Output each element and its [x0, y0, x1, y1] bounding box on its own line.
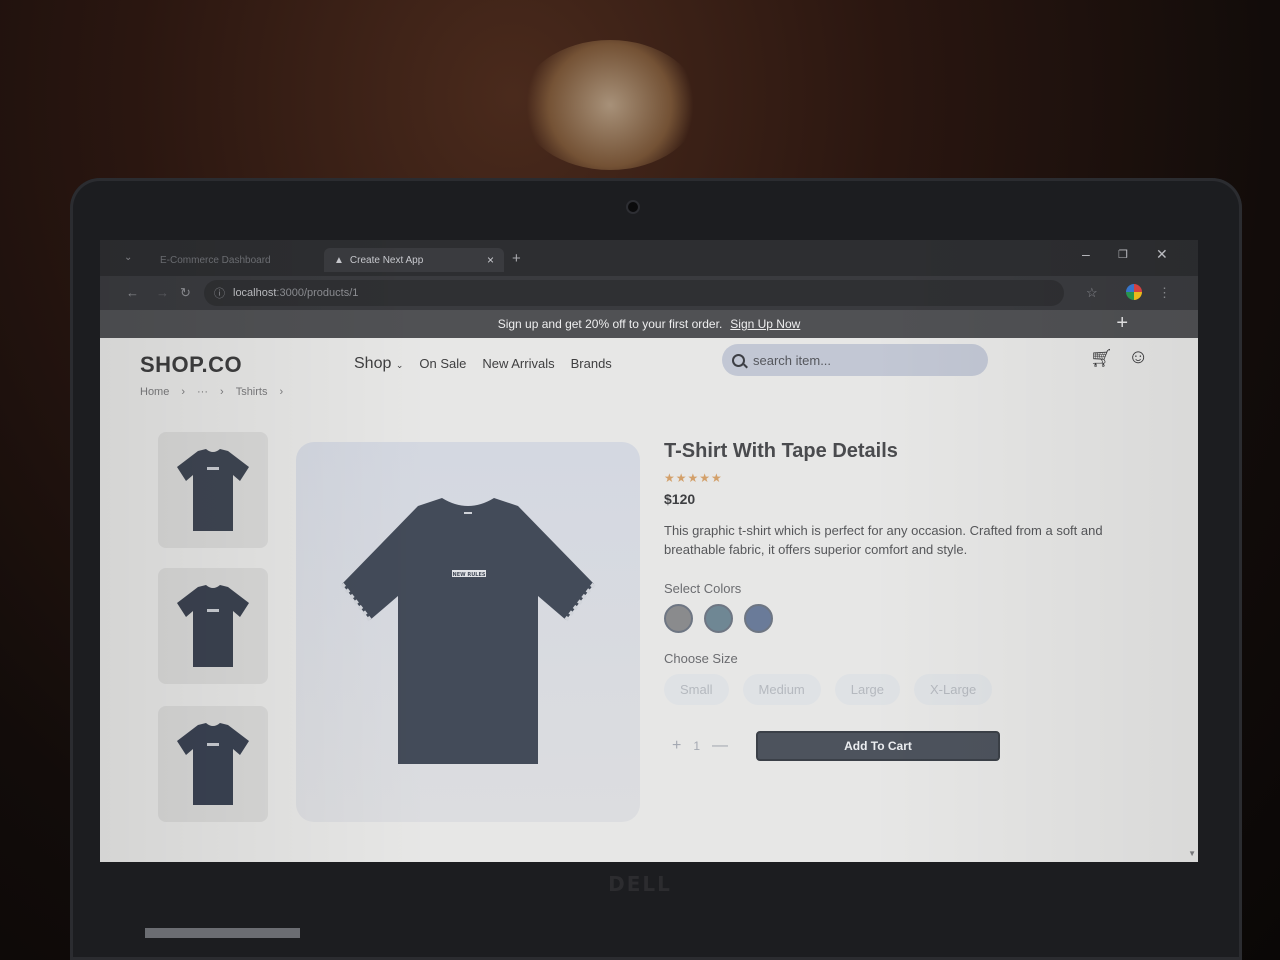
promo-banner: Sign up and get 20% off to your first or…	[100, 310, 1198, 338]
restore-icon[interactable]: ❐	[1118, 248, 1128, 261]
cart-icon[interactable]: 🛒︎	[1090, 348, 1113, 369]
size-small[interactable]: Small	[664, 674, 729, 705]
nav-shop-label: Shop	[354, 355, 392, 372]
browser-menu-icon[interactable]: ⋮	[1158, 285, 1171, 301]
size-options: Small Medium Large X-Large	[664, 674, 1164, 705]
product-thumbnail-3[interactable]	[158, 706, 268, 822]
url-input[interactable]: ⓘ localhost:3000/products/1	[204, 280, 1064, 306]
shirt-print-text: NEW RULES	[453, 572, 486, 578]
color-swatch-teal[interactable]	[704, 604, 733, 633]
size-large[interactable]: Large	[834, 674, 901, 705]
tshirt-image	[177, 723, 249, 805]
product-thumbnail-2[interactable]	[158, 568, 268, 684]
forward-icon[interactable]: →	[156, 285, 169, 300]
breadcrumb-separator-icon: ›	[181, 386, 186, 398]
minus-icon[interactable]: —	[712, 737, 728, 755]
cart-row: + 1 — Add To Cart	[664, 731, 1164, 761]
breadcrumb-ellipsis[interactable]: ···	[197, 386, 208, 398]
site-header: SHOP.CO Shop ⌄ On Sale New Arrivals Bran…	[100, 338, 1198, 390]
choose-size-label: Choose Size	[664, 651, 738, 666]
breadcrumb: Home › ··· › Tshirts ›	[140, 386, 283, 398]
tab-ecommerce[interactable]: E-Commerce Dashboard	[150, 248, 310, 272]
size-medium[interactable]: Medium	[742, 674, 821, 705]
quantity-value: 1	[693, 739, 701, 753]
main-nav: Shop ⌄ On Sale New Arrivals Brands	[354, 355, 612, 373]
product-price: $120	[664, 491, 696, 507]
select-colors-label: Select Colors	[664, 581, 742, 596]
color-options	[664, 604, 1164, 633]
chevron-down-icon: ⌄	[395, 360, 404, 370]
nav-new-arrivals[interactable]: New Arrivals	[482, 356, 554, 371]
url-host: localhost	[233, 287, 277, 299]
promo-text: Sign up and get 20% off to your first or…	[497, 317, 723, 331]
plus-icon[interactable]: +	[672, 737, 681, 755]
site-info-icon[interactable]: ⓘ	[214, 285, 225, 301]
breadcrumb-separator-icon: ›	[220, 386, 224, 398]
promo-close-icon[interactable]: +	[1116, 312, 1128, 335]
tshirt-image	[177, 585, 249, 667]
tshirt-image	[177, 449, 249, 531]
rating-stars-icon: ★★★★★	[664, 471, 723, 485]
product-main-image: NEW RULES	[296, 442, 640, 822]
nav-on-sale[interactable]: On Sale	[419, 356, 466, 371]
tab-strip: ⌄ E-Commerce Dashboard ▲ Create Next App…	[100, 240, 1198, 276]
site-logo[interactable]: SHOP.CO	[140, 352, 242, 378]
url-path: :3000/products/1	[276, 287, 359, 299]
address-bar: ← → ↻ ⓘ localhost:3000/products/1 ☆ ⋮	[100, 276, 1198, 310]
search-input[interactable]: search item...	[722, 344, 988, 376]
laptop-logo: DELL	[608, 872, 672, 896]
scroll-down-icon[interactable]: ▼	[1188, 849, 1196, 858]
profile-avatar[interactable]	[1126, 284, 1142, 300]
bezel-strip	[145, 928, 300, 938]
reload-icon[interactable]: ↻	[180, 285, 191, 301]
breadcrumb-separator-icon: ›	[279, 386, 284, 398]
bookmark-star-icon[interactable]: ☆	[1086, 285, 1098, 301]
close-window-icon[interactable]: ✕	[1156, 246, 1168, 263]
product-description: This graphic t-shirt which is perfect fo…	[664, 523, 1103, 557]
tshirt-image: NEW RULES	[340, 498, 596, 764]
tab-favicon-icon: ▲	[334, 254, 344, 266]
product-details: T-Shirt With Tape Details ★★★★★ $120 Thi…	[664, 440, 1164, 761]
nav-shop[interactable]: Shop ⌄	[354, 355, 403, 373]
signup-link[interactable]: Sign Up Now	[730, 317, 800, 331]
add-to-cart-button[interactable]: Add To Cart	[756, 731, 1000, 761]
color-swatch-gray[interactable]	[664, 604, 693, 633]
tab-label: Create Next App	[349, 254, 424, 266]
search-icon	[732, 353, 745, 367]
user-icon[interactable]: ☺	[1128, 346, 1148, 369]
background-blob	[520, 40, 700, 170]
browser-window: ⌄ E-Commerce Dashboard ▲ Create Next App…	[100, 240, 1198, 862]
breadcrumb-home[interactable]: Home	[140, 386, 169, 398]
breadcrumb-tshirts[interactable]: Tshirts	[236, 386, 268, 398]
size-x-large[interactable]: X-Large	[914, 674, 993, 705]
tab-label: E-Commerce Dashboard	[160, 254, 271, 266]
quantity-stepper: + 1 —	[664, 731, 736, 761]
product-thumbnail-1[interactable]	[158, 432, 268, 548]
new-tab-icon[interactable]: +	[512, 250, 521, 267]
tab-create-next-app[interactable]: ▲ Create Next App ×	[324, 248, 504, 272]
tab-close-icon[interactable]: ×	[487, 253, 494, 267]
color-swatch-blue[interactable]	[744, 604, 773, 633]
webcam	[626, 200, 640, 214]
product-title: T-Shirt With Tape Details	[664, 440, 898, 462]
minimize-icon[interactable]: –	[1082, 246, 1090, 262]
back-icon[interactable]: ←	[126, 285, 139, 300]
search-placeholder: search item...	[753, 352, 832, 368]
tab-search-icon[interactable]: ⌄	[124, 252, 132, 263]
nav-brands[interactable]: Brands	[571, 356, 612, 371]
